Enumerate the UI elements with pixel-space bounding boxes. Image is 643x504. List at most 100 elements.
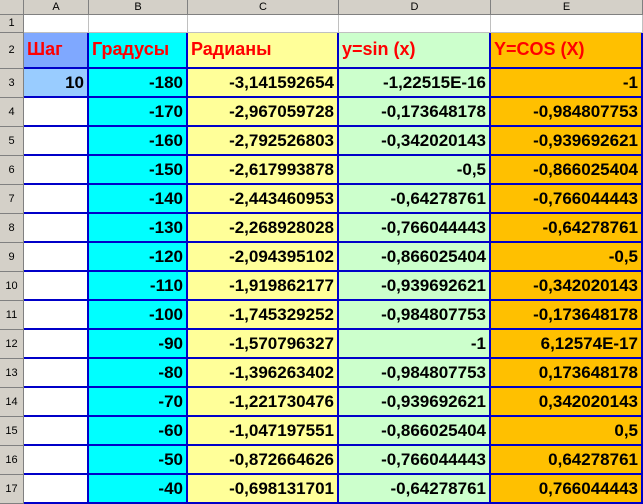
cell-e1[interactable] xyxy=(491,15,643,33)
row-header[interactable]: 10 xyxy=(0,272,24,301)
table-cell-cos[interactable]: 0,5 xyxy=(491,417,643,446)
row-header[interactable]: 7 xyxy=(0,185,24,214)
table-cell-cos[interactable]: -0,984807753 xyxy=(491,98,643,127)
header-cell-cos[interactable]: Y=COS (X) xyxy=(491,33,643,69)
table-cell-radians[interactable]: -1,745329252 xyxy=(188,301,339,330)
table-cell-a[interactable] xyxy=(24,475,89,504)
table-cell-degrees[interactable]: -160 xyxy=(89,127,188,156)
table-cell-degrees[interactable]: -80 xyxy=(89,359,188,388)
table-cell-a[interactable] xyxy=(24,330,89,359)
table-cell-radians[interactable]: -1,570796327 xyxy=(188,330,339,359)
table-cell-cos[interactable]: 0,766044443 xyxy=(491,475,643,504)
table-cell-radians[interactable]: -1,396263402 xyxy=(188,359,339,388)
table-cell-a[interactable] xyxy=(24,127,89,156)
row-header[interactable]: 9 xyxy=(0,243,24,272)
step-value-cell[interactable]: 10 xyxy=(24,69,89,98)
table-cell-cos[interactable]: -0,173648178 xyxy=(491,301,643,330)
table-cell-radians[interactable]: -2,967059728 xyxy=(188,98,339,127)
row-header[interactable]: 4 xyxy=(0,98,24,127)
table-cell-degrees[interactable]: -180 xyxy=(89,69,188,98)
table-cell-degrees[interactable]: -40 xyxy=(89,475,188,504)
header-cell-degrees[interactable]: Градусы xyxy=(89,33,188,69)
table-cell-radians[interactable]: -2,268928028 xyxy=(188,214,339,243)
table-cell-cos[interactable]: -0,866025404 xyxy=(491,156,643,185)
header-cell-radians[interactable]: Радианы xyxy=(188,33,339,69)
table-cell-degrees[interactable]: -120 xyxy=(89,243,188,272)
row-header[interactable]: 8 xyxy=(0,214,24,243)
table-cell-sin[interactable]: -1 xyxy=(339,330,491,359)
table-cell-radians[interactable]: -0,872664626 xyxy=(188,446,339,475)
table-cell-a[interactable] xyxy=(24,98,89,127)
table-cell-radians[interactable]: -1,919862177 xyxy=(188,272,339,301)
column-header-d[interactable]: D xyxy=(339,0,491,15)
table-cell-cos[interactable]: -0,5 xyxy=(491,243,643,272)
table-cell-sin[interactable]: -0,766044443 xyxy=(339,214,491,243)
table-cell-degrees[interactable]: -170 xyxy=(89,98,188,127)
table-cell-sin[interactable]: -1,22515E-16 xyxy=(339,69,491,98)
table-cell-sin[interactable]: -0,64278761 xyxy=(339,475,491,504)
table-cell-cos[interactable]: -1 xyxy=(491,69,643,98)
column-header-b[interactable]: B xyxy=(89,0,188,15)
table-cell-radians[interactable]: -3,141592654 xyxy=(188,69,339,98)
table-cell-radians[interactable]: -0,698131701 xyxy=(188,475,339,504)
table-cell-radians[interactable]: -2,792526803 xyxy=(188,127,339,156)
table-cell-degrees[interactable]: -50 xyxy=(89,446,188,475)
row-header[interactable]: 5 xyxy=(0,127,24,156)
row-header[interactable]: 6 xyxy=(0,156,24,185)
table-cell-sin[interactable]: -0,866025404 xyxy=(339,243,491,272)
table-cell-sin[interactable]: -0,766044443 xyxy=(339,446,491,475)
table-cell-radians[interactable]: -1,047197551 xyxy=(188,417,339,446)
table-cell-degrees[interactable]: -60 xyxy=(89,417,188,446)
header-cell-step[interactable]: Шаг xyxy=(24,33,89,69)
cell-b1[interactable] xyxy=(89,15,188,33)
table-cell-sin[interactable]: -0,5 xyxy=(339,156,491,185)
table-cell-sin[interactable]: -0,939692621 xyxy=(339,388,491,417)
table-cell-a[interactable] xyxy=(24,243,89,272)
row-header[interactable]: 12 xyxy=(0,330,24,359)
row-header[interactable]: 16 xyxy=(0,446,24,475)
table-cell-cos[interactable]: 0,173648178 xyxy=(491,359,643,388)
table-cell-cos[interactable]: -0,64278761 xyxy=(491,214,643,243)
table-cell-a[interactable] xyxy=(24,301,89,330)
table-cell-degrees[interactable]: -130 xyxy=(89,214,188,243)
table-cell-sin[interactable]: -0,173648178 xyxy=(339,98,491,127)
row-header-2[interactable]: 2 xyxy=(0,33,24,69)
table-cell-cos[interactable]: 0,342020143 xyxy=(491,388,643,417)
table-cell-a[interactable] xyxy=(24,185,89,214)
table-cell-degrees[interactable]: -150 xyxy=(89,156,188,185)
table-cell-cos[interactable]: 6,12574E-17 xyxy=(491,330,643,359)
table-cell-sin[interactable]: -0,939692621 xyxy=(339,272,491,301)
cell-a1[interactable] xyxy=(24,15,89,33)
table-cell-sin[interactable]: -0,342020143 xyxy=(339,127,491,156)
row-header[interactable]: 17 xyxy=(0,475,24,504)
row-header[interactable]: 11 xyxy=(0,301,24,330)
column-header-e[interactable]: E xyxy=(491,0,643,15)
table-cell-cos[interactable]: -0,766044443 xyxy=(491,185,643,214)
table-cell-a[interactable] xyxy=(24,388,89,417)
table-cell-cos[interactable]: 0,64278761 xyxy=(491,446,643,475)
table-cell-a[interactable] xyxy=(24,446,89,475)
row-header-1[interactable]: 1 xyxy=(0,15,24,33)
row-header[interactable]: 3 xyxy=(0,69,24,98)
table-cell-cos[interactable]: -0,939692621 xyxy=(491,127,643,156)
table-cell-degrees[interactable]: -70 xyxy=(89,388,188,417)
table-cell-a[interactable] xyxy=(24,156,89,185)
table-cell-degrees[interactable]: -110 xyxy=(89,272,188,301)
row-header[interactable]: 14 xyxy=(0,388,24,417)
header-cell-sin[interactable]: y=sin (x) xyxy=(339,33,491,69)
cell-d1[interactable] xyxy=(339,15,491,33)
table-cell-sin[interactable]: -0,984807753 xyxy=(339,301,491,330)
table-cell-radians[interactable]: -2,617993878 xyxy=(188,156,339,185)
table-cell-a[interactable] xyxy=(24,417,89,446)
table-cell-a[interactable] xyxy=(24,214,89,243)
table-cell-radians[interactable]: -2,094395102 xyxy=(188,243,339,272)
table-cell-radians[interactable]: -1,221730476 xyxy=(188,388,339,417)
cell-c1[interactable] xyxy=(188,15,339,33)
row-header[interactable]: 13 xyxy=(0,359,24,388)
select-all-corner[interactable] xyxy=(0,0,24,15)
row-header[interactable]: 15 xyxy=(0,417,24,446)
column-header-c[interactable]: C xyxy=(188,0,339,15)
table-cell-a[interactable] xyxy=(24,272,89,301)
table-cell-degrees[interactable]: -140 xyxy=(89,185,188,214)
table-cell-a[interactable] xyxy=(24,359,89,388)
